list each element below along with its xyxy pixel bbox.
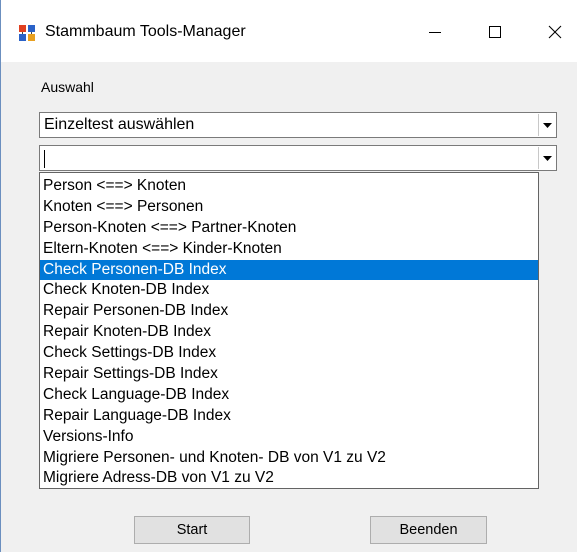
- dropdown-option[interactable]: Check Settings-DB Index: [40, 343, 538, 364]
- close-button[interactable]: [532, 14, 577, 50]
- auswahl-label: Auswahl: [41, 79, 94, 95]
- beenden-button[interactable]: Beenden: [370, 516, 487, 544]
- dropdown-option[interactable]: Repair Language-DB Index: [40, 406, 538, 427]
- dropdown-option[interactable]: Migriere Personen- und Knoten- DB von V1…: [40, 448, 538, 469]
- title-bar[interactable]: Stammbaum Tools-Manager: [1, 0, 577, 62]
- dropdown-option[interactable]: Repair Personen-DB Index: [40, 301, 538, 322]
- app-icon: [19, 25, 35, 41]
- test-select-combobox[interactable]: [39, 145, 557, 171]
- chevron-down-icon: [542, 155, 552, 161]
- start-button[interactable]: Start: [134, 516, 250, 544]
- text-cursor: [44, 150, 45, 168]
- maximize-icon: [489, 26, 501, 38]
- dropdown-option[interactable]: Repair Settings-DB Index: [40, 364, 538, 385]
- dropdown-option[interactable]: Eltern-Knoten <==> Kinder-Knoten: [40, 239, 538, 260]
- test-mode-combobox[interactable]: Einzeltest auswählen: [39, 112, 557, 138]
- chevron-down-icon: [542, 122, 552, 128]
- close-icon: [548, 25, 562, 39]
- dropdown-option[interactable]: Person-Knoten <==> Partner-Knoten: [40, 218, 538, 239]
- minimize-icon: [429, 32, 441, 33]
- dropdown-option[interactable]: Check Knoten-DB Index: [40, 280, 538, 301]
- dropdown-option[interactable]: Check Language-DB Index: [40, 385, 538, 406]
- tools-manager-window: Stammbaum Tools-Manager Auswahl Einzelte…: [0, 0, 577, 552]
- test-select-dropdown-button[interactable]: [538, 147, 555, 169]
- dropdown-option[interactable]: Person <==> Knoten: [40, 176, 538, 197]
- window-title: Stammbaum Tools-Manager: [45, 23, 246, 40]
- dropdown-option[interactable]: Check Personen-DB Index: [40, 259, 538, 281]
- dropdown-option[interactable]: Repair Knoten-DB Index: [40, 322, 538, 343]
- dropdown-option[interactable]: Knoten <==> Personen: [40, 197, 538, 218]
- test-mode-dropdown-button[interactable]: [538, 114, 555, 136]
- minimize-button[interactable]: [412, 14, 458, 50]
- test-dropdown-list[interactable]: Person <==> Knoten Knoten <==> Personen Pe…: [39, 172, 539, 489]
- maximize-button[interactable]: [472, 14, 518, 50]
- test-mode-value: Einzeltest auswählen: [44, 116, 195, 133]
- dropdown-option[interactable]: Migriere Adress-DB von V1 zu V2: [40, 468, 538, 489]
- dropdown-option[interactable]: Versions-Info: [40, 427, 538, 448]
